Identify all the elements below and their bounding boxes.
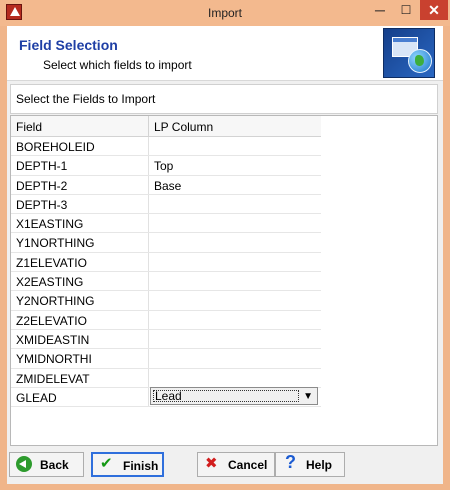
maximize-button[interactable]: ☐	[394, 0, 418, 20]
cancel-button-label: Cancel	[228, 458, 268, 472]
close-button[interactable]: ✕	[420, 0, 448, 20]
back-button[interactable]: Back	[9, 452, 84, 477]
table-row[interactable]: DEPTH-1 Top	[11, 156, 321, 176]
field-cell: Y1NORTHING	[16, 236, 95, 251]
table-row[interactable]: X1EASTING	[11, 214, 321, 234]
table-row[interactable]: YMIDNORTHI	[11, 349, 321, 369]
field-cell: X1EASTING	[16, 217, 84, 232]
field-cell: X2EASTING	[16, 275, 84, 290]
field-cell: Z2ELEVATIO	[16, 313, 87, 328]
field-cell: DEPTH-1	[16, 159, 68, 174]
table-row[interactable]: Z1ELEVATIO	[11, 252, 321, 273]
table-row[interactable]: Z2ELEVATIO	[11, 310, 321, 330]
table-row[interactable]: GLEAD Lead ▼	[11, 386, 321, 408]
field-cell: DEPTH-3	[16, 197, 68, 212]
help-button-label: Help	[306, 458, 333, 472]
page-subtitle: Select which fields to import	[43, 58, 192, 72]
column-header-field[interactable]: Field	[16, 120, 42, 134]
lp-column-cell[interactable]: Base	[154, 179, 181, 193]
field-cell: BOREHOLEID	[16, 140, 95, 154]
checkmark-icon	[99, 454, 115, 472]
column-header-lp-column[interactable]: LP Column	[154, 120, 213, 134]
table-row[interactable]: Y1NORTHING	[11, 233, 321, 253]
field-cell: YMIDNORTHI	[16, 352, 92, 367]
cancel-button[interactable]: Cancel	[197, 452, 275, 477]
button-bar: Back Finish Cancel Help	[7, 448, 443, 484]
field-mapping-grid[interactable]: Field LP Column BOREHOLEID DEPTH-1 Top DE…	[10, 115, 438, 446]
globe-icon	[408, 49, 432, 73]
back-arrow-icon	[16, 456, 32, 472]
field-cell: GLEAD	[16, 390, 57, 405]
section-label: Select the Fields to Import	[16, 92, 156, 106]
title-bar[interactable]: Import ─ ☐ ✕	[0, 0, 450, 26]
field-cell: Y2NORTHING	[16, 294, 95, 309]
wizard-header: Field Selection Select which fields to i…	[7, 26, 443, 81]
page-title: Field Selection	[19, 37, 118, 53]
help-button[interactable]: Help	[275, 452, 345, 477]
grid-rows: BOREHOLEID DEPTH-1 Top DEPTH-2 Base DEPTH-…	[11, 137, 321, 408]
table-row[interactable]: XMIDEASTIN	[11, 329, 321, 350]
finish-button[interactable]: Finish	[91, 452, 164, 477]
field-cell: Z1ELEVATIO	[16, 255, 87, 270]
dropdown-value: Lead	[155, 388, 182, 403]
lp-column-dropdown[interactable]: Lead ▼	[150, 386, 318, 405]
section-box: Select the Fields to Import	[10, 84, 438, 114]
field-cell: XMIDEASTIN	[16, 332, 90, 347]
grid-header: Field LP Column	[11, 116, 321, 137]
field-cell: ZMIDELEVAT	[16, 371, 90, 386]
table-row[interactable]: Y2NORTHING	[11, 291, 321, 311]
import-window: Import ─ ☐ ✕ Field Selection Select whic…	[0, 0, 450, 490]
table-row[interactable]: ZMIDELEVAT	[11, 368, 321, 388]
back-button-label: Back	[40, 458, 69, 472]
help-question-icon	[282, 452, 298, 473]
cross-icon	[204, 454, 220, 472]
column-separator	[148, 116, 149, 136]
finish-button-label: Finish	[123, 459, 159, 473]
table-row[interactable]: DEPTH-2 Base	[11, 175, 321, 195]
lp-column-cell[interactable]: Top	[154, 159, 173, 173]
table-row[interactable]: X2EASTING	[11, 272, 321, 292]
field-cell: DEPTH-2	[16, 178, 68, 193]
table-row[interactable]: DEPTH-3	[11, 194, 321, 215]
chevron-down-icon[interactable]: ▼	[303, 391, 313, 402]
import-globe-icon	[383, 28, 435, 78]
minimize-button[interactable]: ─	[368, 0, 392, 20]
dialog-client-area: Field Selection Select which fields to i…	[7, 26, 443, 484]
table-row[interactable]: BOREHOLEID	[11, 137, 321, 157]
